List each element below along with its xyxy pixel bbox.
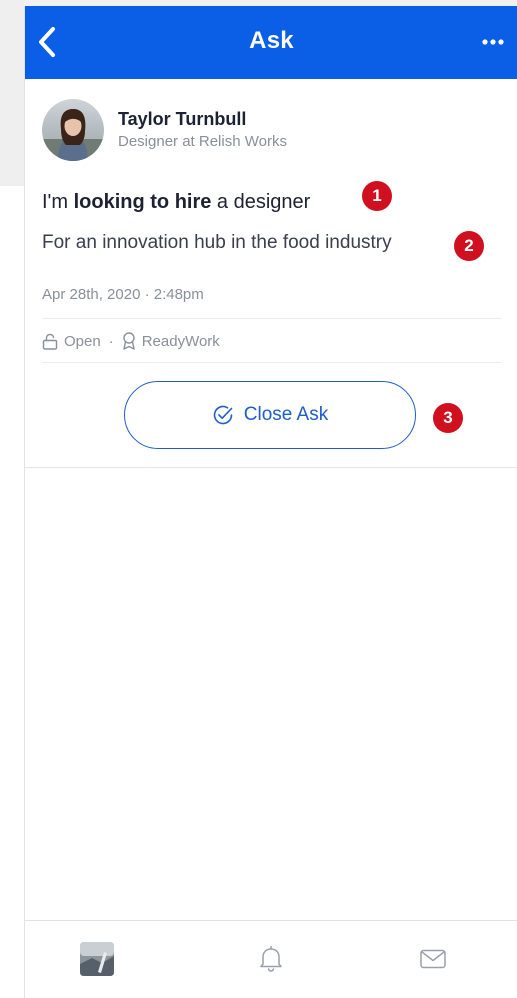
close-ask-button[interactable]: Close Ask (124, 381, 416, 449)
organization-tag[interactable]: ReadyWork (122, 332, 220, 350)
annotation-badge-2: 2 (454, 231, 484, 261)
bell-icon (260, 945, 282, 972)
author-role: Designer at Relish Works (118, 133, 287, 150)
status-badge: Open (42, 333, 101, 350)
meta-separator: · (108, 332, 114, 350)
divider-bottom (42, 362, 501, 363)
meta-row: Open · ReadyWork (42, 330, 220, 352)
navigation-bar: Ask (25, 6, 517, 79)
annotation-badge-1: 1 (362, 181, 392, 211)
ask-card: Taylor Turnbull Designer at Relish Works… (25, 79, 517, 468)
award-ribbon-icon (123, 332, 135, 350)
close-ask-label: Close Ask (243, 404, 329, 425)
ellipsis-icon (482, 39, 504, 45)
organization-label: ReadyWork (141, 332, 220, 350)
avatar-photo (42, 99, 104, 161)
headline-suffix: a designer (211, 191, 311, 213)
ask-headline: I'm looking to hire a designer (42, 191, 310, 214)
divider-top (42, 318, 501, 319)
check-circle-icon (213, 405, 233, 425)
profile-thumbnail-icon (80, 942, 114, 976)
headline-emphasis: looking to hire (73, 191, 212, 213)
status-label: Open (64, 332, 101, 350)
headline-prefix: I'm (42, 191, 74, 213)
notifications-tab[interactable] (251, 939, 291, 979)
left-gutter-shade (0, 0, 24, 186)
avatar[interactable] (42, 99, 104, 161)
timestamp: Apr 28th, 2020 · 2:48pm (42, 286, 204, 303)
profile-tab[interactable] (77, 939, 117, 979)
app-screen: Ask Taylor Turnbull Designer at Relish W… (24, 6, 517, 998)
more-options-button[interactable] (476, 28, 510, 56)
bottom-tab-bar (25, 920, 517, 998)
ask-description: For an innovation hub in the food indust… (42, 232, 392, 253)
author-name[interactable]: Taylor Turnbull (118, 109, 246, 130)
page-title: Ask (249, 27, 294, 54)
annotation-badge-3: 3 (433, 403, 463, 433)
envelope-icon (420, 949, 446, 969)
unlock-icon (42, 333, 58, 350)
messages-tab[interactable] (413, 939, 453, 979)
